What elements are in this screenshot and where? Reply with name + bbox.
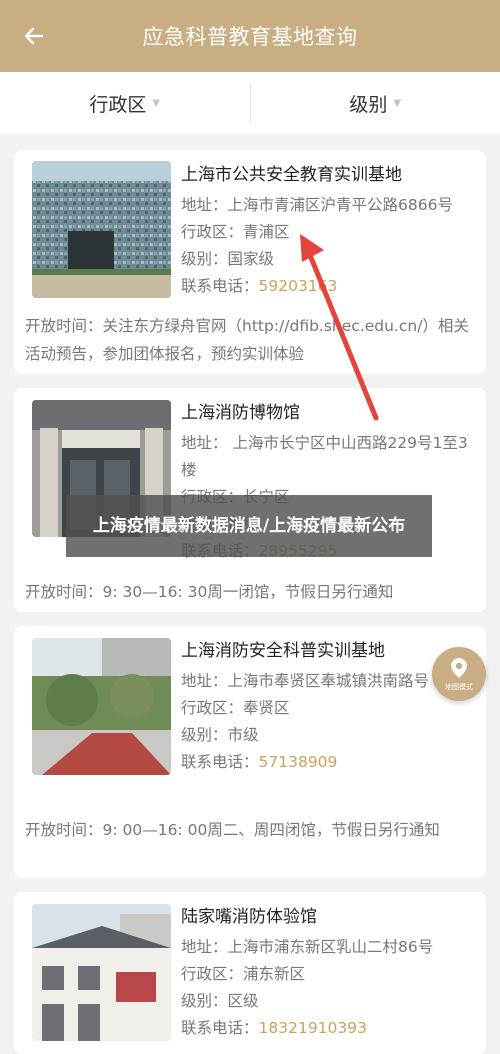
opening-hours: 开放时间：关注东方绿舟官网（http://dfib.shec.edu.cn/）相… (25, 317, 469, 363)
filter-bar: 行政区 ▼ 级别 ▼ (0, 72, 500, 134)
district-value: 浦东新区 (243, 965, 306, 983)
district-filter[interactable]: 行政区 ▼ (0, 72, 250, 134)
level-value: 国家级 (227, 250, 275, 268)
address-value: 上海市青浦区沪青平公路6866号 (227, 196, 453, 214)
annotation-arrow (300, 234, 379, 421)
level-value: 市级 (227, 726, 259, 744)
map-mode-label: 地图模式 (445, 683, 473, 691)
opening-hours: 开放时间：9: 00—16: 00周二、周四闭馆，节假日另行通知 (25, 821, 440, 839)
district-value: 青浦区 (243, 223, 290, 241)
phone-link[interactable]: 57138909 (259, 753, 338, 771)
address-value: 上海市浦东新区乳山二村86号 (227, 938, 434, 956)
address-row: 地址：上海市青浦区沪青平公路6866号 (181, 192, 482, 219)
phone-label: 联系电话： (181, 753, 259, 771)
opening-hours: 开放时间：9: 30—16: 30周一闭馆，节假日另行通知 (25, 583, 394, 601)
watermark-overlay: 上海疫情最新数据消息/上海疫情最新公布 (66, 495, 432, 557)
base-photo (32, 161, 171, 298)
base-photo (32, 638, 171, 775)
list-item[interactable]: 上海市公共安全教育实训基地 地址：上海市青浦区沪青平公路6866号 行政区：青浦… (14, 150, 486, 374)
district-row: 行政区：浦东新区 (181, 961, 482, 988)
phone-row: 联系电话：18321910393 (181, 1015, 482, 1042)
district-value: 奉贤区 (243, 699, 290, 717)
district-label: 行政区： (181, 965, 244, 983)
list-item[interactable]: 上海消防安全科普实训基地 地址：上海市奉贤区奉城镇洪南路号 行政区：奉贤区 级别… (14, 626, 486, 878)
level-label: 级别： (181, 726, 228, 744)
level-filter[interactable]: 级别 ▼ (251, 72, 500, 134)
address-row: 地址： 上海市长宁区中山西路229号1至3楼 (181, 430, 482, 484)
phone-label: 联系电话： (181, 1019, 259, 1037)
district-filter-label: 行政区 (89, 93, 147, 116)
address-row: 地址：上海市浦东新区乳山二村86号 (181, 934, 482, 961)
base-name: 陆家嘴消防体验馆 (181, 907, 317, 927)
caret-down-icon: ▼ (152, 97, 161, 109)
arrow-left-icon (24, 27, 44, 45)
address-label: 地址： (181, 434, 228, 452)
base-info: 陆家嘴消防体验馆 地址：上海市浦东新区乳山二村86号 行政区：浦东新区 级别：区… (181, 904, 482, 1042)
caret-down-icon: ▼ (393, 97, 402, 109)
district-label: 行政区： (181, 699, 244, 717)
level-filter-label: 级别 (349, 93, 388, 116)
page-title: 应急科普教育基地查询 (142, 25, 358, 49)
phone-link[interactable]: 18321910393 (259, 1019, 367, 1037)
base-photo (32, 904, 171, 1041)
list-item[interactable]: 陆家嘴消防体验馆 地址：上海市浦东新区乳山二村86号 行政区：浦东新区 级别：区… (14, 892, 486, 1054)
district-row: 行政区：奉贤区 (181, 695, 482, 722)
map-mode-button[interactable]: 地图模式 (432, 647, 486, 701)
level-row: 级别：市级 (181, 722, 482, 749)
phone-label: 联系电话： (181, 277, 259, 295)
address-value: 上海市奉贤区奉城镇洪南路号 (227, 672, 430, 690)
district-label: 行政区： (181, 223, 244, 241)
level-value: 区级 (227, 992, 259, 1010)
level-label: 级别： (181, 992, 228, 1010)
address-label: 地址： (181, 938, 228, 956)
phone-row: 联系电话：57138909 (181, 749, 482, 776)
map-pin-icon (451, 658, 467, 678)
level-label: 级别： (181, 250, 228, 268)
address-label: 地址： (181, 196, 228, 214)
back-button[interactable] (16, 20, 52, 52)
address-label: 地址： (181, 672, 228, 690)
level-row: 级别：区级 (181, 988, 482, 1015)
app-header: 应急科普教育基地查询 (0, 0, 500, 72)
base-name: 上海市公共安全教育实训基地 (181, 165, 402, 185)
